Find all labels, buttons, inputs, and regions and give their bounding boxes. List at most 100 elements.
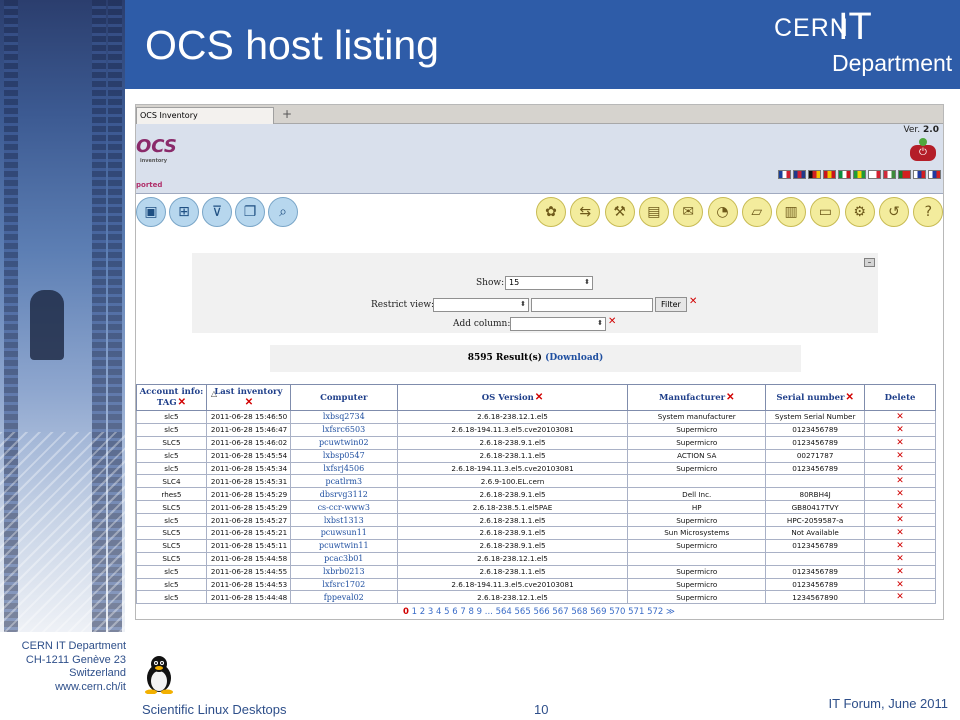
delete-row-icon[interactable]: ✕: [864, 538, 936, 553]
page-link[interactable]: 564: [496, 607, 512, 617]
computers-icon[interactable]: ▣: [136, 197, 166, 227]
reports-icon[interactable]: ▱: [741, 197, 772, 227]
page-link[interactable]: 567: [552, 607, 568, 617]
restrict-view-select[interactable]: ⬍: [433, 298, 529, 312]
delete-row-icon[interactable]: ✕: [864, 564, 936, 579]
language-flag-icon[interactable]: [898, 170, 911, 179]
language-flag-icon[interactable]: [883, 170, 896, 179]
page-link[interactable]: 572: [647, 607, 663, 617]
language-flag-icon[interactable]: [793, 170, 806, 179]
logout-power-icon[interactable]: ⏻: [910, 138, 936, 161]
delete-row-icon[interactable]: ✕: [864, 461, 936, 476]
delete-row-icon[interactable]: ✕: [864, 474, 936, 489]
page-link[interactable]: 6: [452, 607, 457, 617]
page-link[interactable]: 3: [428, 607, 433, 617]
ocs-logo[interactable]: OCS inventory: [136, 136, 177, 164]
show-select[interactable]: 15 ⬍: [505, 276, 593, 290]
language-flag-icon[interactable]: [913, 170, 926, 179]
remove-column-icon[interactable]: ✕: [245, 397, 253, 408]
cell-computer-link[interactable]: pcuwtwin02: [289, 435, 398, 450]
help-icon[interactable]: ?: [913, 197, 943, 227]
ipdiscover-icon[interactable]: ◔: [707, 197, 738, 227]
cell-computer-link[interactable]: fppeval02: [289, 590, 398, 605]
language-flag-icon[interactable]: [928, 170, 941, 179]
cell-computer-link[interactable]: lxbrb0213: [289, 564, 398, 579]
delete-row-icon[interactable]: ✕: [864, 577, 936, 592]
tools-icon[interactable]: ⚒: [604, 197, 635, 227]
cell-computer-link[interactable]: pcatlrm3: [289, 474, 398, 489]
registry-icon[interactable]: ✉: [673, 197, 704, 227]
cell-computer-link[interactable]: lxbsp0547: [289, 448, 398, 463]
page-link[interactable]: 2: [420, 607, 425, 617]
language-flag-icon[interactable]: [808, 170, 821, 179]
cell-computer-link[interactable]: pcuwtwin11: [289, 538, 398, 553]
search-icon[interactable]: ⌕: [268, 197, 298, 227]
cell-computer-link[interactable]: dbsrvg3112: [289, 487, 398, 502]
agent-icon[interactable]: ⚙: [844, 197, 875, 227]
language-flag-icon[interactable]: [778, 170, 791, 179]
col-header-computer[interactable]: Computer: [289, 384, 398, 411]
delete-row-icon[interactable]: ✕: [864, 435, 936, 450]
page-link[interactable]: 4: [436, 607, 441, 617]
delete-row-icon[interactable]: ✕: [864, 526, 936, 540]
clear-column-icon[interactable]: ✕: [608, 317, 616, 327]
cell-computer-link[interactable]: pcuwsun11: [289, 526, 398, 540]
filter-button[interactable]: Filter: [655, 297, 687, 312]
col-header-last-inventory[interactable]: △ Last inventory ✕: [205, 384, 291, 411]
deploy-icon[interactable]: ⇆: [570, 197, 601, 227]
delete-row-icon[interactable]: ✕: [864, 410, 936, 424]
page-link[interactable]: 1: [412, 607, 417, 617]
add-column-select[interactable]: ⬍: [510, 317, 606, 331]
page-link[interactable]: 570: [609, 607, 625, 617]
page-link[interactable]: 8: [469, 607, 474, 617]
remove-column-icon[interactable]: ✕: [845, 392, 853, 403]
page-link[interactable]: 9: [477, 607, 482, 617]
help-back-icon[interactable]: ↺: [879, 197, 909, 227]
config-icon[interactable]: ▭: [810, 197, 841, 227]
groups-icon[interactable]: ⊞: [169, 197, 199, 227]
delete-row-icon[interactable]: ✕: [864, 551, 936, 566]
page-link[interactable]: 571: [628, 607, 644, 617]
page-link[interactable]: 566: [533, 607, 549, 617]
page-link[interactable]: 7: [460, 607, 465, 617]
cell-computer-link[interactable]: pcac3b01: [289, 551, 398, 566]
cell-computer-link[interactable]: lxbst1313: [289, 513, 398, 528]
cell-computer-link[interactable]: cs-ccr-www3: [289, 500, 398, 515]
tab-ocs-inventory[interactable]: OCS Inventory: [136, 107, 274, 124]
remove-column-icon[interactable]: ✕: [178, 397, 186, 408]
remove-column-icon[interactable]: ✕: [726, 392, 734, 403]
collapse-icon[interactable]: –: [864, 258, 875, 267]
col-header-serial-number[interactable]: Serial number✕: [765, 384, 866, 411]
delete-row-icon[interactable]: ✕: [864, 448, 936, 463]
cell-computer-link[interactable]: lxfsrc6503: [289, 422, 398, 437]
new-tab-button[interactable]: +: [280, 107, 294, 121]
page-link[interactable]: 568: [571, 607, 587, 617]
download-link[interactable]: (Download): [545, 353, 603, 363]
page-link[interactable]: 565: [515, 607, 531, 617]
col-header-os-version[interactable]: OS Version✕: [396, 384, 629, 411]
page-link[interactable]: 5: [444, 607, 449, 617]
col-header-tag[interactable]: Account info: TAG✕: [136, 384, 207, 411]
filter-icon[interactable]: ⊽: [202, 197, 232, 227]
delete-row-icon[interactable]: ✕: [864, 487, 936, 502]
language-flag-icon[interactable]: [838, 170, 851, 179]
delete-row-icon[interactable]: ✕: [864, 513, 936, 528]
language-flag-icon[interactable]: [853, 170, 866, 179]
delete-row-icon[interactable]: ✕: [864, 422, 936, 437]
packages-icon[interactable]: ✿: [536, 197, 566, 227]
language-flag-icon[interactable]: [868, 170, 881, 179]
statistics-icon[interactable]: ▥: [776, 197, 807, 227]
duplicates-icon[interactable]: ❐: [235, 197, 265, 227]
cell-computer-link[interactable]: lxbsq2734: [289, 410, 398, 424]
delete-row-icon[interactable]: ✕: [864, 500, 936, 515]
cell-computer-link[interactable]: lxfsrj4506: [289, 461, 398, 476]
next-page-icon[interactable]: ≫: [666, 607, 675, 617]
clear-filter-icon[interactable]: ✕: [689, 297, 697, 307]
restrict-view-input[interactable]: [531, 298, 653, 312]
dictionary-icon[interactable]: ▤: [638, 197, 669, 227]
remove-column-icon[interactable]: ✕: [535, 392, 543, 403]
language-flag-icon[interactable]: [823, 170, 836, 179]
page-link[interactable]: 569: [590, 607, 606, 617]
cell-computer-link[interactable]: lxfsrc1702: [289, 577, 398, 592]
col-header-manufacturer[interactable]: Manufacturer✕: [627, 384, 767, 411]
